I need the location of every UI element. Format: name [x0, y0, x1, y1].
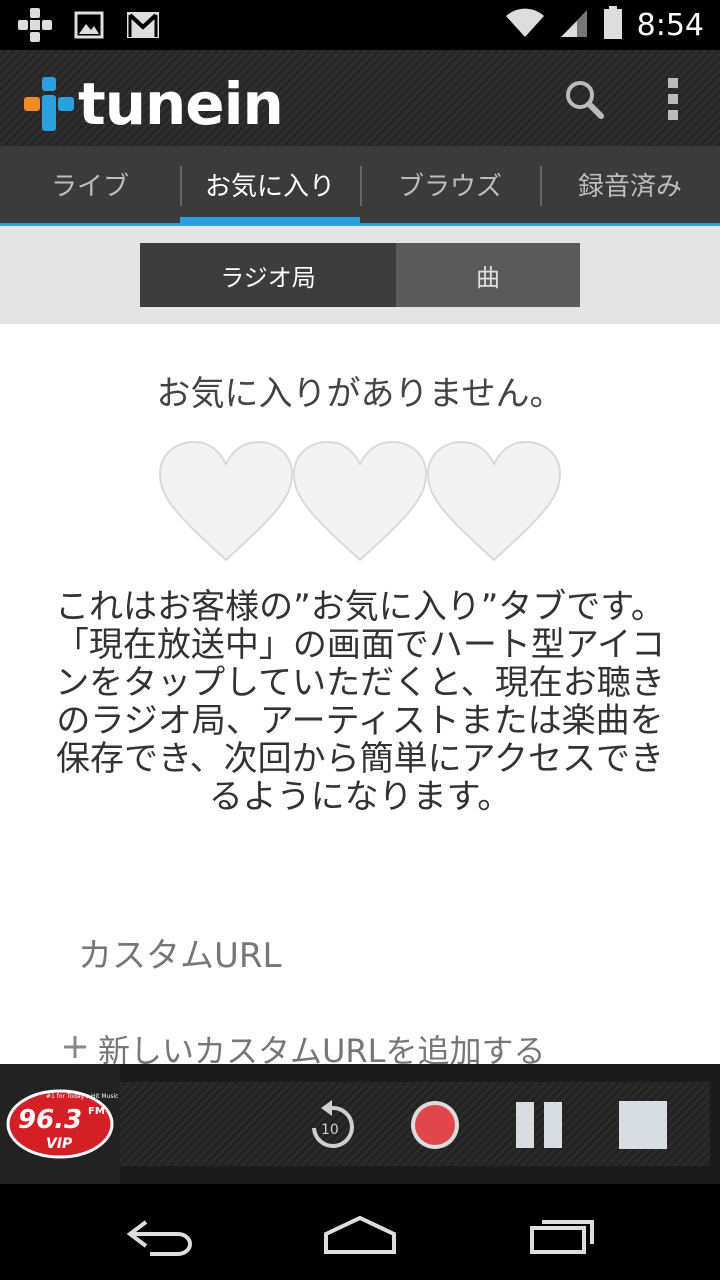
image-icon	[74, 10, 104, 44]
empty-title: お気に入りがありません。	[156, 374, 564, 414]
tab-live[interactable]: ライブ	[0, 146, 180, 223]
status-time: 8:54	[636, 7, 704, 43]
recents-icon[interactable]	[528, 1214, 598, 1260]
cross-notification-icon	[18, 8, 52, 46]
record-button[interactable]	[410, 1100, 460, 1154]
tunein-logo: tunein	[24, 70, 284, 138]
gmail-icon	[126, 11, 160, 43]
custom-url-heading: カスタムURL	[78, 936, 282, 976]
rewind-10-icon[interactable]: 10	[308, 1100, 356, 1154]
hearts-illustration	[158, 440, 562, 564]
station-logo[interactable]: #1 for Today's Hit Music 96.3 FM VIP	[0, 1064, 120, 1184]
plus-icon	[62, 1030, 88, 1068]
logo-text: tunein	[78, 70, 284, 138]
home-icon[interactable]	[322, 1214, 398, 1260]
pause-button[interactable]	[514, 1100, 564, 1154]
signal-icon	[559, 8, 589, 42]
heart-icon	[158, 440, 294, 562]
app-bar: tunein	[0, 50, 720, 146]
stop-button[interactable]	[618, 1100, 668, 1154]
system-nav-bar	[0, 1184, 720, 1280]
battery-icon	[603, 6, 623, 44]
tab-browse[interactable]: ブラウズ	[360, 146, 540, 223]
segment-stations[interactable]: ラジオ局	[140, 243, 396, 307]
tab-favorites[interactable]: お気に入り	[180, 146, 360, 226]
segment-area: ラジオ局 曲	[0, 226, 720, 324]
station-logo-fm: FM	[88, 1106, 105, 1117]
station-logo-text: 96.3	[18, 1105, 82, 1135]
wifi-icon	[505, 8, 545, 42]
station-logo-tag: #1 for Today's Hit Music	[46, 1093, 118, 1100]
back-icon[interactable]	[126, 1216, 196, 1260]
segment-songs[interactable]: 曲	[396, 243, 580, 307]
status-bar: 8:54	[0, 0, 720, 50]
segmented-control: ラジオ局 曲	[140, 243, 580, 307]
mini-player: #1 for Today's Hit Music 96.3 FM VIP 10	[0, 1064, 720, 1184]
rewind-seconds: 10	[321, 1122, 339, 1138]
tunein-plus-icon	[24, 77, 74, 131]
empty-description: これはお客様の”お気に入り”タブです。「現在放送中」の画面でハート型アイコンをタ…	[54, 587, 666, 817]
heart-icon	[426, 440, 562, 562]
tab-recorded[interactable]: 録音済み	[540, 146, 720, 223]
tab-bar: ライブ お気に入り ブラウズ 録音済み	[0, 146, 720, 226]
overflow-menu-icon[interactable]	[666, 78, 680, 124]
station-logo-sub: VIP	[46, 1136, 73, 1152]
search-icon[interactable]	[564, 79, 604, 123]
heart-icon	[292, 440, 428, 562]
